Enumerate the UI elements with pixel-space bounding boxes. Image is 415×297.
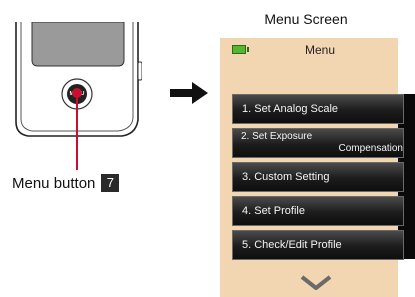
menu-item-set-analog-scale[interactable]: 1. Set Analog Scale <box>232 94 404 124</box>
menu-title: Menu <box>304 43 336 57</box>
screen-caption: Menu Screen <box>264 11 348 27</box>
menu-item-set-profile[interactable]: 4. Set Profile <box>232 196 404 226</box>
menu-item-label: 3. Custom Setting <box>242 171 330 183</box>
menu-item-custom-setting[interactable]: 3. Custom Setting <box>232 162 404 192</box>
callout-dot <box>72 88 82 98</box>
callout-line <box>76 92 78 170</box>
menu-item-set-exposure-compensation[interactable]: 2. Set Exposure Compensation <box>232 128 404 158</box>
menu-item-label: 4. Set Profile <box>242 205 305 217</box>
menu-item-label: 5. Check/Edit Profile <box>242 239 342 251</box>
chevron-down-icon[interactable] <box>300 275 332 291</box>
menu-item-label: 1. Set Analog Scale <box>242 103 339 115</box>
menu-item-label-line1: 2. Set Exposure <box>241 131 313 142</box>
menu-button-label: Menu button <box>12 174 96 192</box>
right-arrow-icon <box>170 82 208 104</box>
menu-button-callout: Menu button 7 <box>12 172 120 194</box>
menu-screen: Menu 1. Set Analog Scale 2. Set Exposure… <box>220 38 415 297</box>
battery-icon <box>232 45 249 54</box>
menu-item-check-edit-profile[interactable]: 5. Check/Edit Profile <box>232 230 404 260</box>
step-number-badge: 7 <box>101 174 120 192</box>
menu-item-label-line2: Compensation <box>338 143 403 154</box>
